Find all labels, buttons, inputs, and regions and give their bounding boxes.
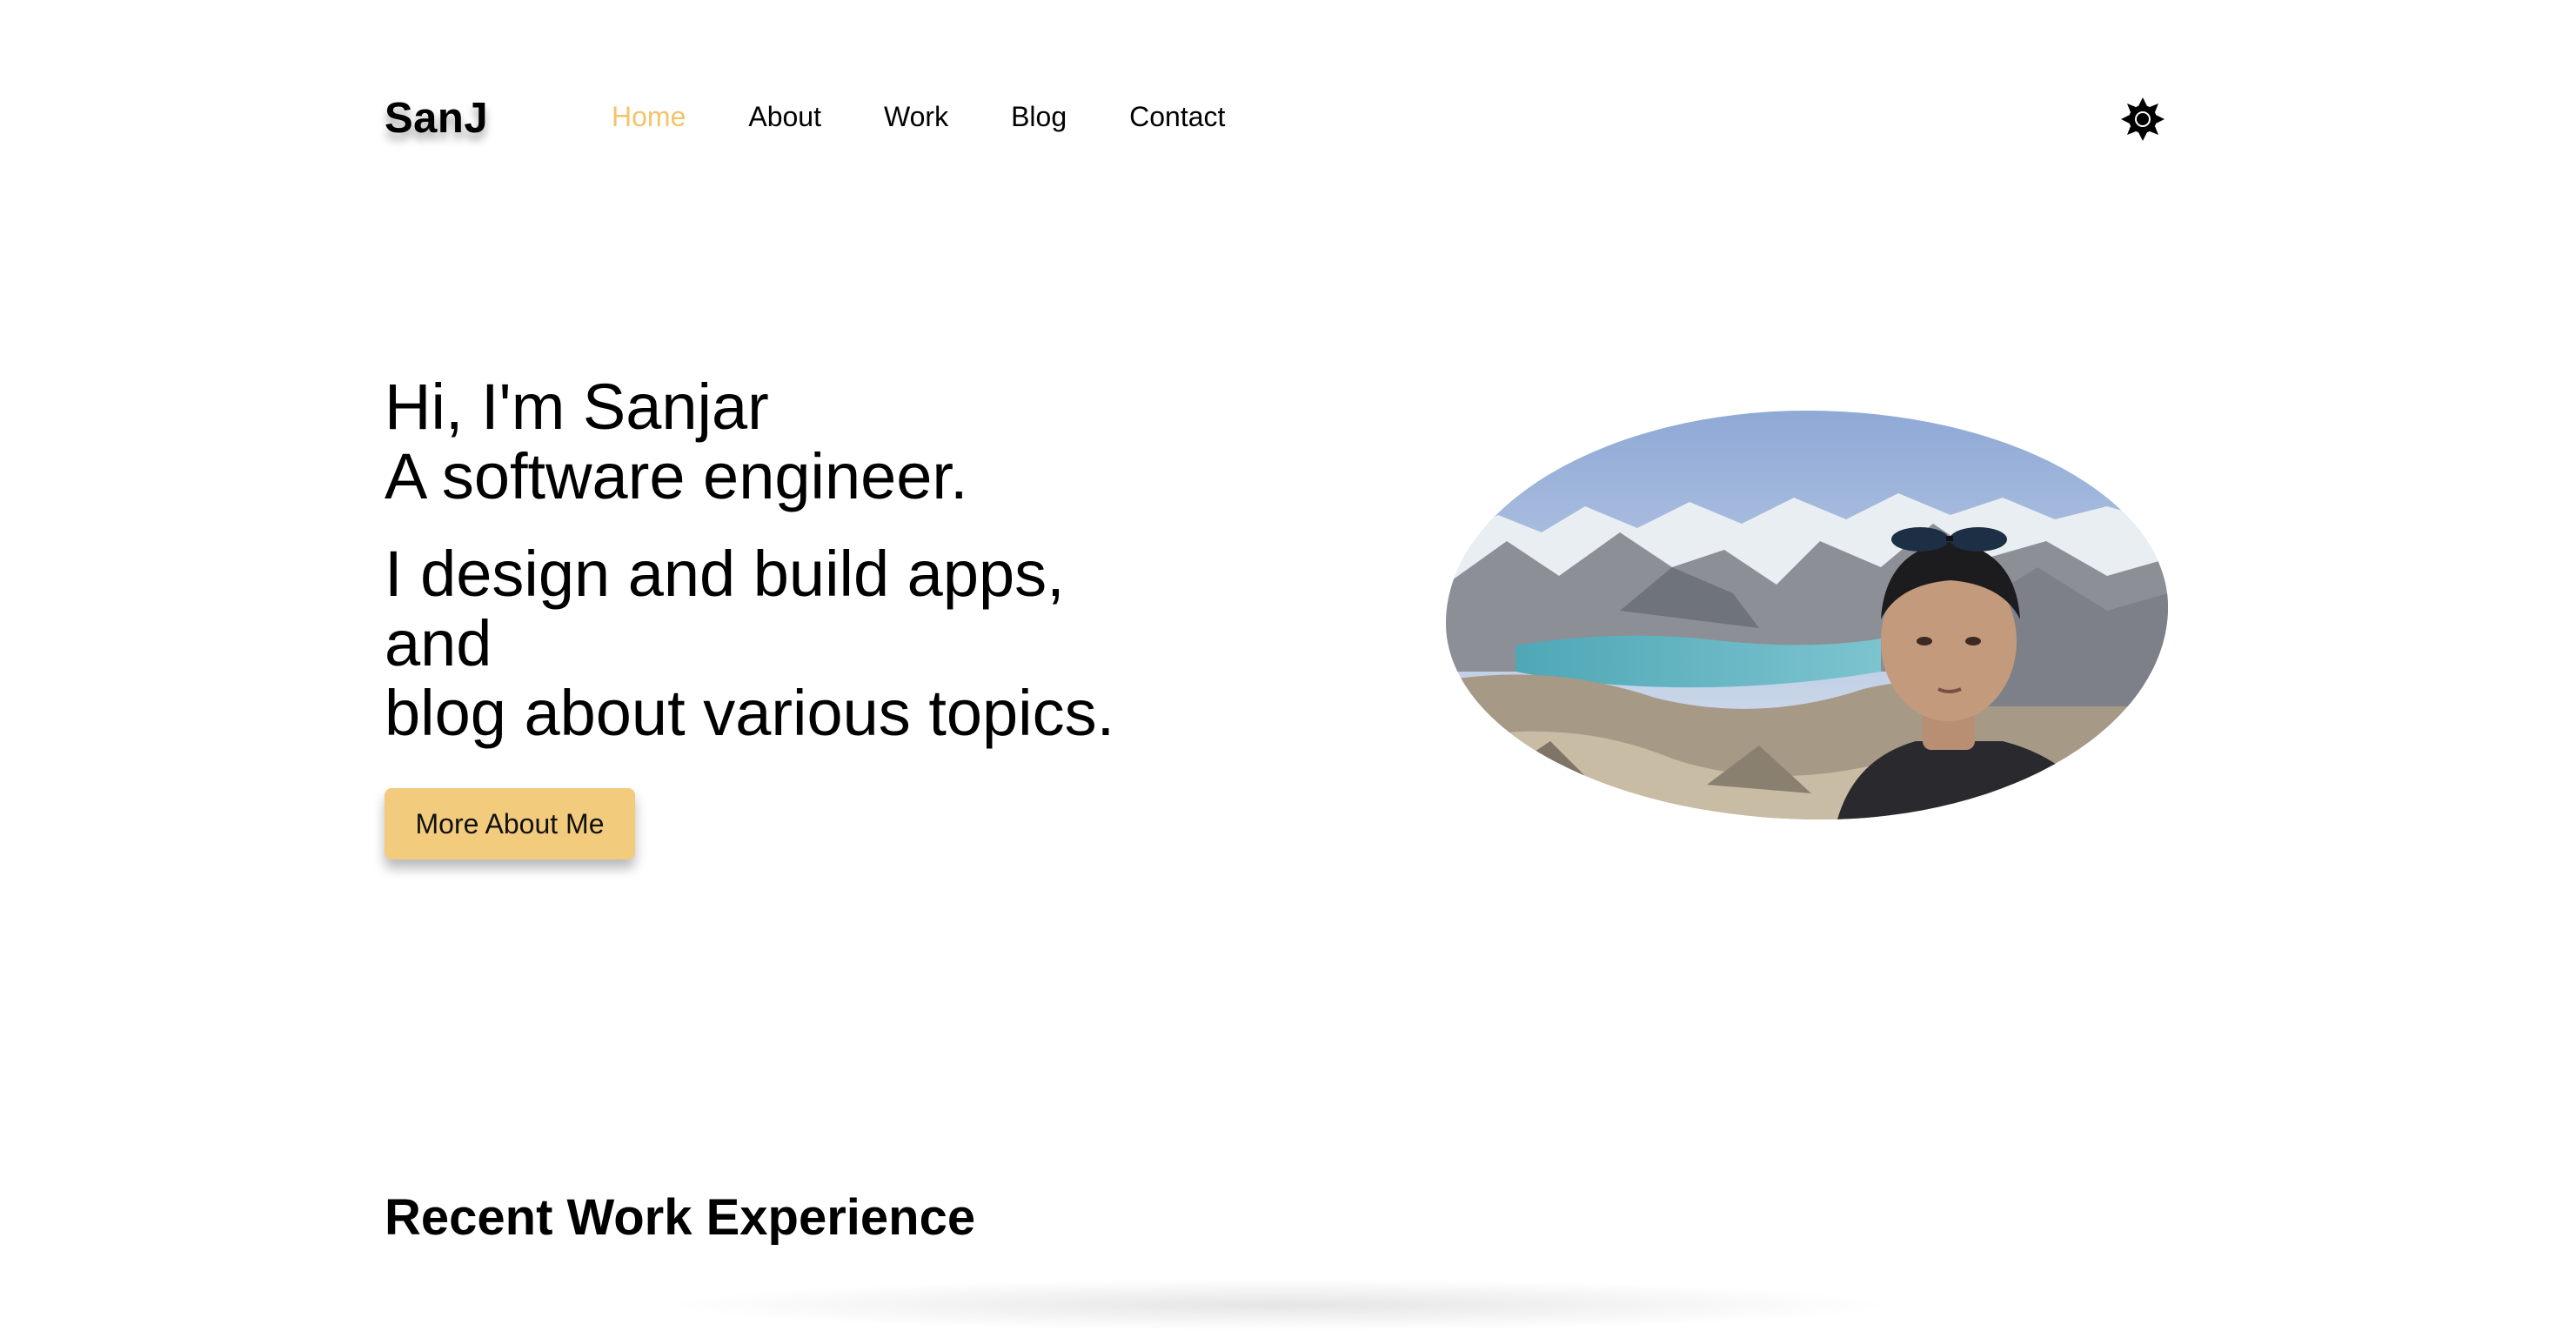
more-about-me-button[interactable]: More About Me [385,788,635,859]
theme-toggle-button[interactable] [2119,96,2166,143]
nav-work[interactable]: Work [884,101,948,133]
hero-subtitle: I design and build apps, and blog about v… [385,539,1168,748]
hero-subtitle-line1: I design and build apps, and [385,538,1065,679]
main-nav: Home About Work Blog Contact [612,101,1225,133]
hero-greeting: Hi, I'm Sanjar [385,371,769,443]
hero-heading: Hi, I'm Sanjar A software engineer. [385,372,968,512]
nav-contact[interactable]: Contact [1129,101,1225,133]
work-card-shadow [661,1279,1897,1331]
nav-home[interactable]: Home [612,101,686,133]
recent-work-heading: Recent Work Experience [385,1189,976,1246]
site-logo[interactable]: SanJ [385,94,488,143]
nav-about[interactable]: About [748,101,821,133]
sun-icon [2121,97,2165,141]
profile-photo [1446,411,2168,819]
hero-role: A software engineer. [385,440,968,512]
nav-blog[interactable]: Blog [1011,101,1067,133]
hero-subtitle-line2: blog about various topics. [385,677,1115,749]
